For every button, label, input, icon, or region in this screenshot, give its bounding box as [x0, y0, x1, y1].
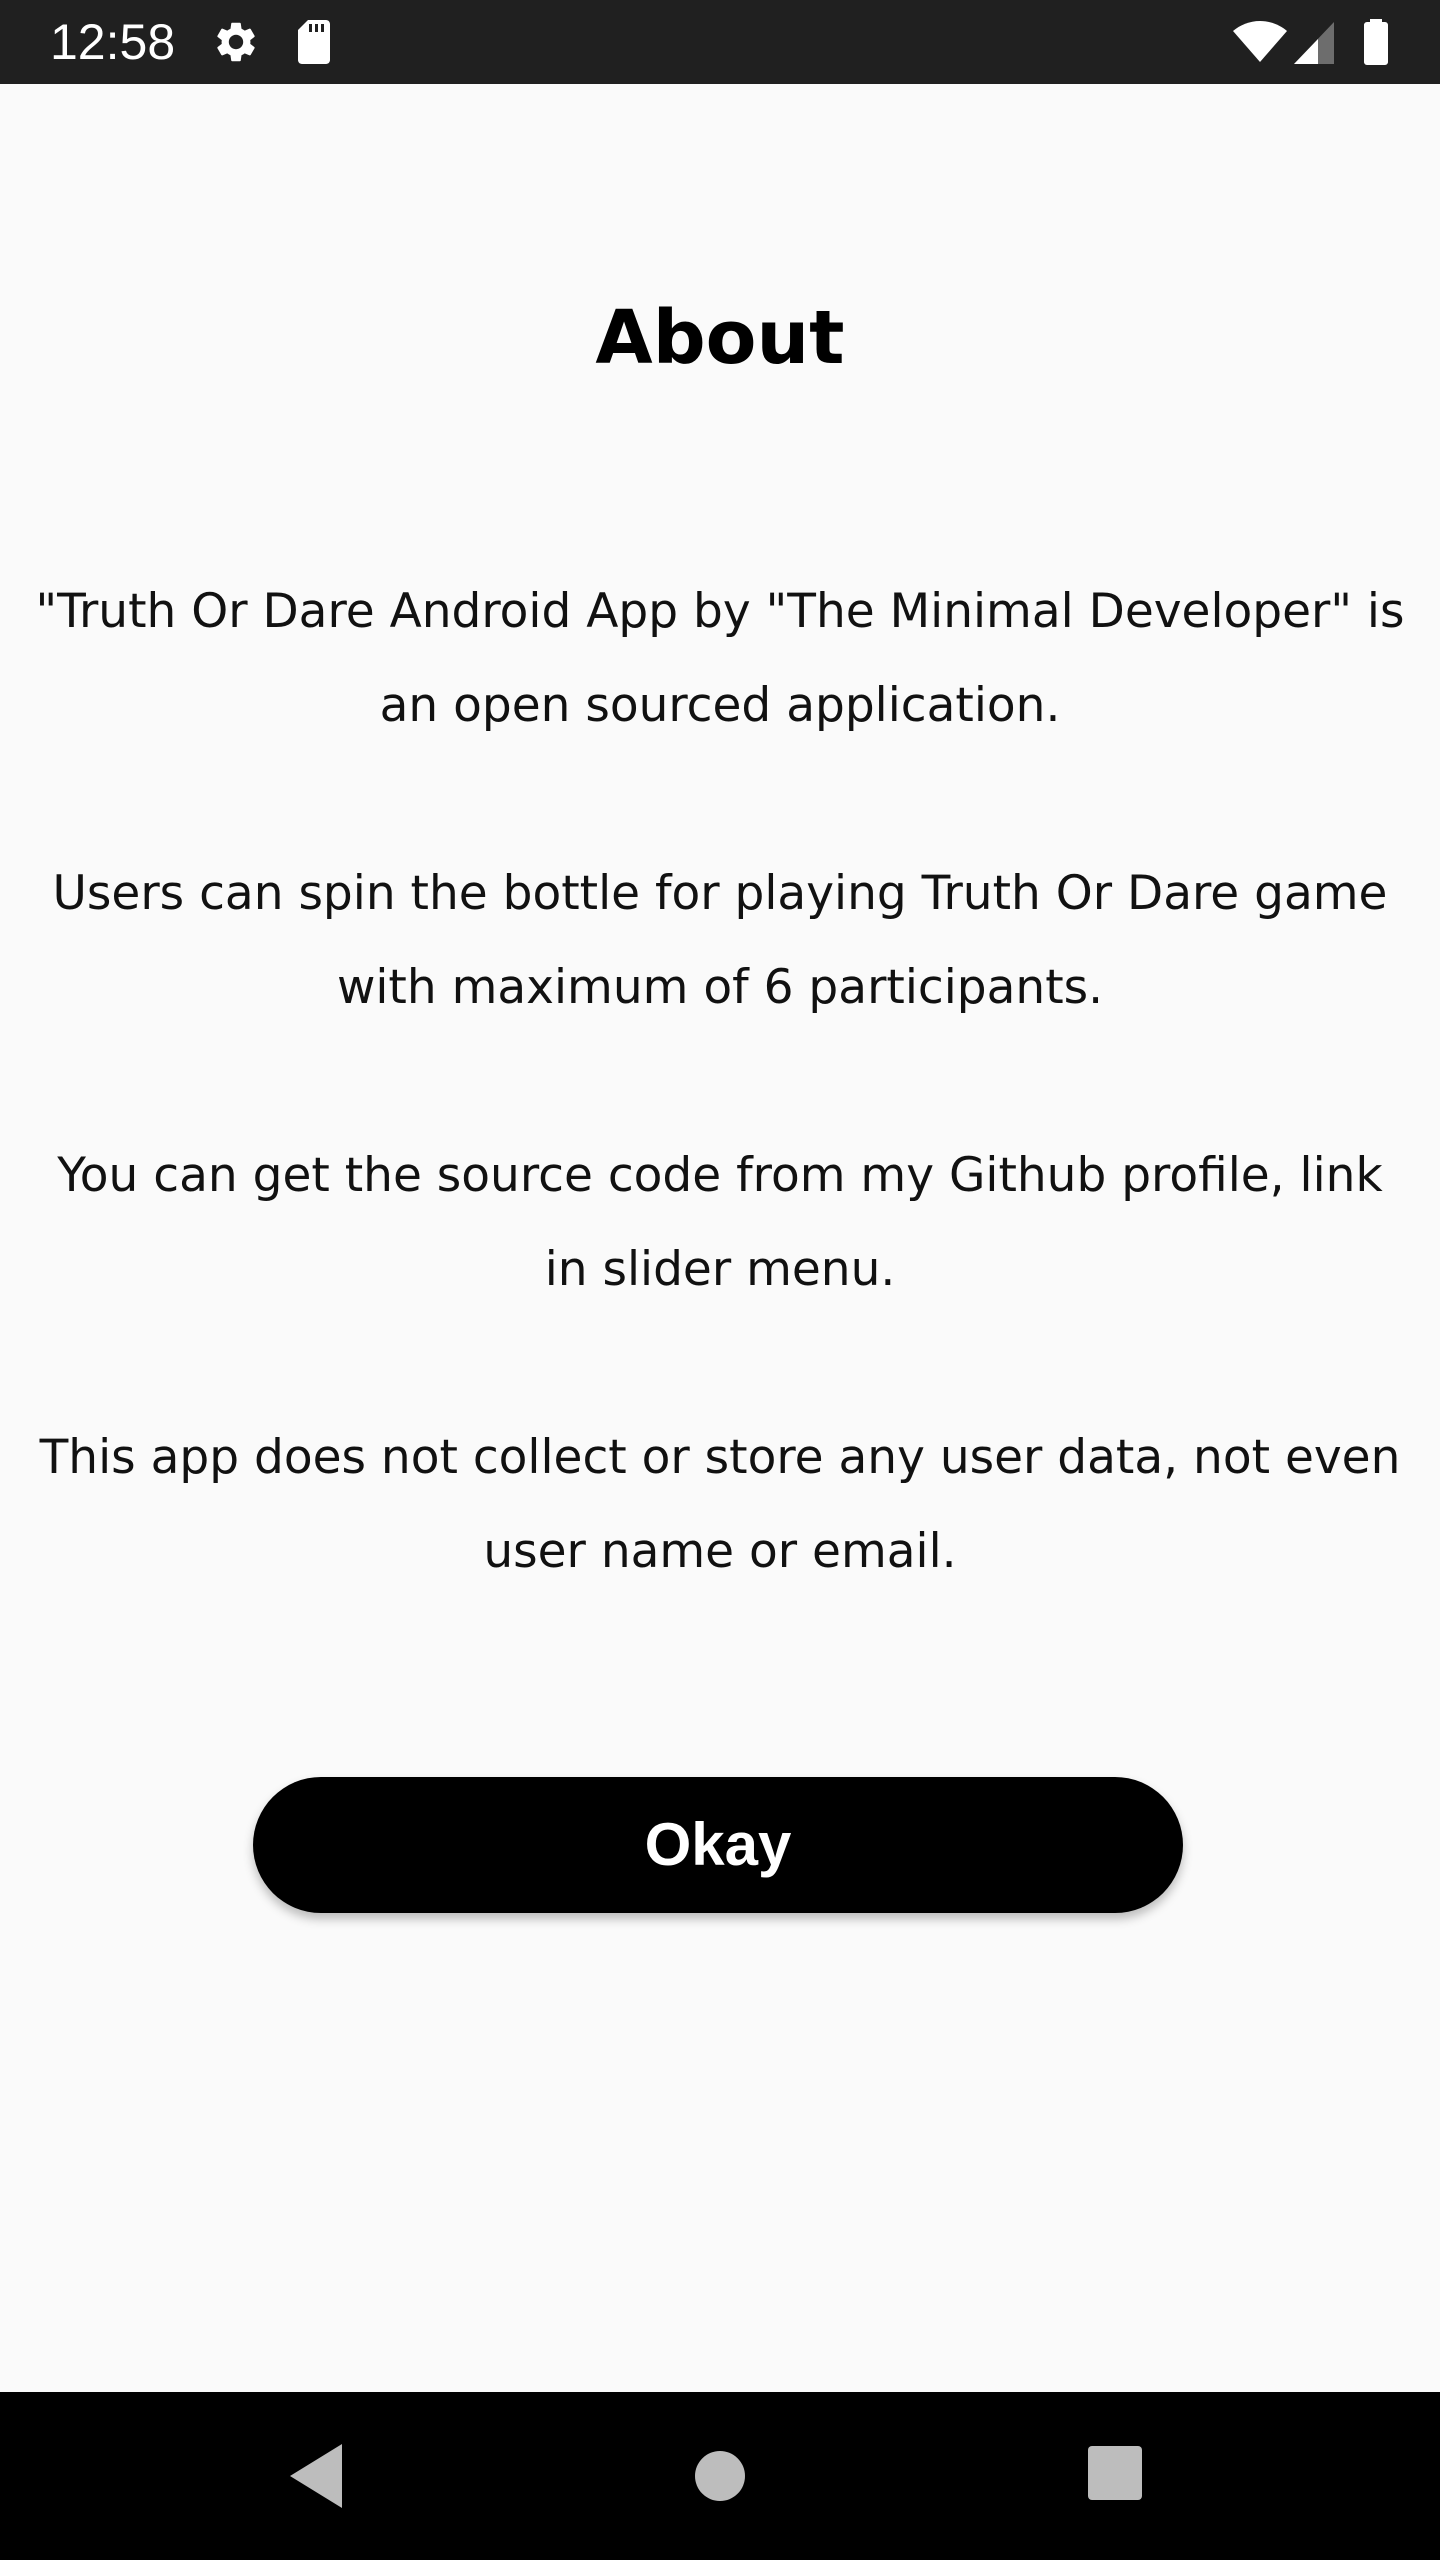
back-icon[interactable]	[278, 2436, 358, 2516]
home-icon[interactable]	[680, 2436, 760, 2516]
cell-signal-icon	[1294, 22, 1334, 64]
battery-icon	[1364, 19, 1388, 65]
about-paragraph-open-source: "Truth Or Dare Android App by "The Minim…	[35, 584, 1405, 733]
status-bar: 12:58	[0, 0, 1440, 84]
navigation-bar	[0, 2392, 1440, 2560]
status-time: 12:58	[50, 14, 176, 70]
sd-card-icon	[298, 20, 330, 64]
page-title: About	[595, 295, 845, 381]
about-paragraph-gameplay: Users can spin the bottle for playing Tr…	[52, 866, 1388, 1015]
gear-icon	[217, 22, 255, 62]
about-paragraph-privacy: This app does not collect or store any u…	[39, 1430, 1401, 1579]
recents-icon[interactable]	[1078, 2436, 1158, 2516]
about-paragraph-source-code: You can get the source code from my Gith…	[57, 1148, 1383, 1297]
okay-button[interactable]: Okay	[253, 1777, 1183, 1913]
wifi-icon	[1233, 21, 1287, 62]
